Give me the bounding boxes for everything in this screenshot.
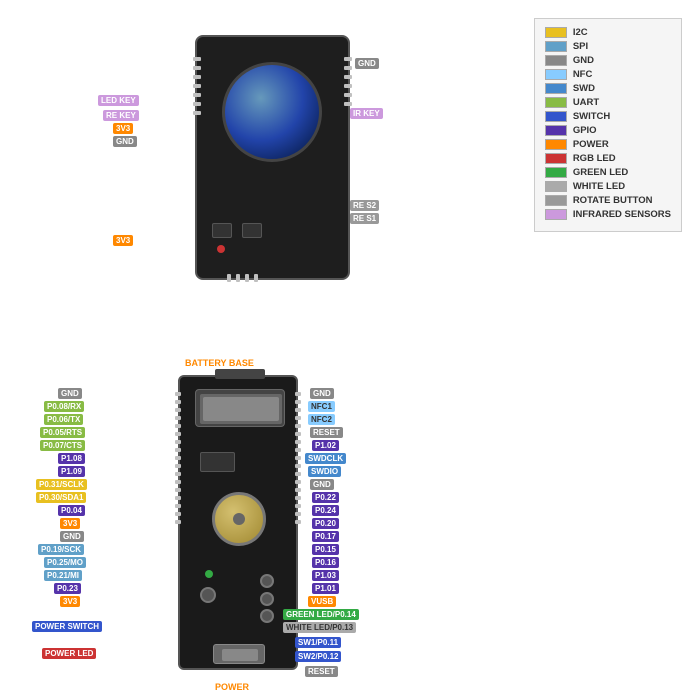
legend-item-green-led: GREEN LED — [545, 167, 671, 178]
br-gnd2: GND — [310, 479, 334, 490]
br-swdclk: SWDCLK — [305, 453, 346, 464]
br-white-led: WHITE LED/P0.13 — [283, 622, 356, 633]
bl-rts: P0.05/RTS — [40, 427, 85, 438]
bl-sck: P0.19/SCK — [38, 544, 84, 555]
br-p020: P0.20 — [312, 518, 339, 529]
power-connector-top — [215, 369, 265, 379]
legend-item-gnd: GND — [545, 55, 671, 66]
legend-item-rotate-button: ROTATE BUTTON — [545, 195, 671, 206]
bl-sda1: P0.30/SDA1 — [36, 492, 86, 503]
bl-p108: P1.08 — [58, 453, 85, 464]
br-p017: P0.17 — [312, 531, 339, 542]
label-ir-key: IR KEY — [350, 108, 383, 119]
legend-item-spi: SPI — [545, 41, 671, 52]
bl-p109: P1.09 — [58, 466, 85, 477]
br-p015: P0.15 — [312, 544, 339, 555]
br-green-led: GREEN LED/P0.14 — [283, 609, 359, 620]
bl-mo: P0.25/MO — [44, 557, 86, 568]
label-3v3-top1: 3V3 — [113, 123, 133, 134]
bl-p023: P0.23 — [54, 583, 81, 594]
br-sw2: SW2/P0.12 — [295, 651, 341, 662]
label-re-s1: RE S1 — [350, 213, 379, 224]
legend: I2C SPI GND NFC SWD UART SWITCH GPIO POWER RGB LE… — [534, 18, 682, 232]
br-gnd: GND — [310, 388, 334, 399]
label-re-s2: RE S2 — [350, 200, 379, 211]
br-reset2: RESET — [305, 666, 338, 677]
bl-power-led: POWER LED — [42, 648, 96, 659]
bl-sclk: P0.31/SCLK — [36, 479, 87, 490]
legend-item-swd: SWD — [545, 83, 671, 94]
label-gnd-top-right: GND — [355, 58, 379, 69]
power-switch-btn[interactable] — [200, 587, 216, 603]
legend-item-rgb-led: RGB LED — [545, 153, 671, 164]
br-p102: P1.02 — [312, 440, 339, 451]
br-nfc2: NFC2 — [308, 414, 335, 425]
label-gnd-top1: GND — [113, 136, 137, 147]
legend-item-infrared-sensors: INFRARED SENSORS — [545, 209, 671, 220]
legend-item-gpio: GPIO — [545, 125, 671, 136]
legend-item-white-led: WHITE LED — [545, 181, 671, 192]
br-reset: RESET — [310, 427, 343, 438]
sw1-btn[interactable] — [260, 574, 274, 588]
bl-gnd: GND — [58, 388, 82, 399]
br-p016: P0.16 — [312, 557, 339, 568]
bl-power-switch: POWER SWITCH — [32, 621, 102, 632]
label-led-key: LED KEY — [98, 95, 139, 106]
reset-btn-bottom[interactable] — [260, 609, 274, 623]
bl-gnd2: GND — [60, 531, 84, 542]
legend-item-switch: SWITCH — [545, 111, 671, 122]
sw2-btn[interactable] — [260, 592, 274, 606]
ir-sensor-dome — [222, 62, 322, 162]
bottom-board — [178, 375, 298, 670]
battery-base-label: BATTERY BASE — [185, 358, 254, 368]
green-led — [205, 570, 213, 578]
main-diagram: I2C SPI GND NFC SWD UART SWITCH GPIO POWER RGB LE… — [0, 0, 700, 700]
usb-port — [213, 644, 265, 664]
top-board — [195, 35, 350, 280]
br-swdio: SWDIO — [308, 466, 341, 477]
br-p022: P0.22 — [312, 492, 339, 503]
bl-3v3-2: 3V3 — [60, 596, 80, 607]
br-p103: P1.03 — [312, 570, 339, 581]
br-p024: P0.24 — [312, 505, 339, 516]
bl-3v3: 3V3 — [60, 518, 80, 529]
bl-tx: P0.06/TX — [44, 414, 83, 425]
label-3v3-top2: 3V3 — [113, 235, 133, 246]
legend-item-nfc: NFC — [545, 69, 671, 80]
br-vusb: VUSB — [308, 596, 336, 607]
legend-item-i2c: I2C — [545, 27, 671, 38]
br-p101: P1.01 — [312, 583, 339, 594]
battery-holder — [212, 492, 266, 546]
legend-item-power: POWER — [545, 139, 671, 150]
br-sw1: SW1/P0.11 — [295, 637, 341, 648]
label-re-key: RE KEY — [103, 110, 139, 121]
power-label-bottom: POWER — [215, 682, 249, 692]
bl-p004: P0.04 — [58, 505, 85, 516]
bl-cts: P0.07/CTS — [40, 440, 85, 451]
br-nfc1: NFC1 — [308, 401, 335, 412]
legend-item-uart: UART — [545, 97, 671, 108]
bl-rx: P0.08/RX — [44, 401, 84, 412]
bl-mi: P0.21/MI — [44, 570, 82, 581]
